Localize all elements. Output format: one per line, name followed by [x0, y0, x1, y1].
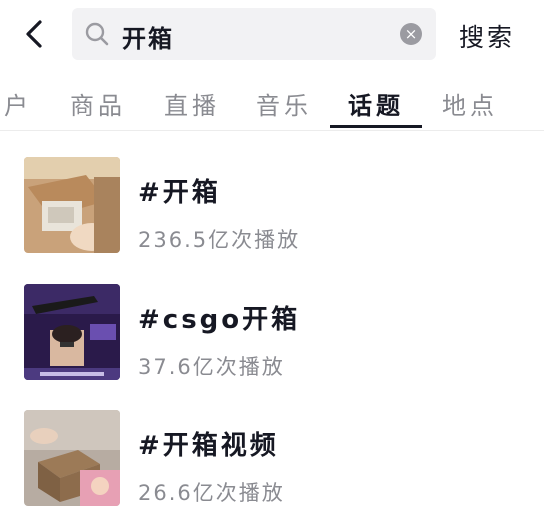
topic-thumbnail: [24, 284, 120, 380]
category-tabs: 户 商品 直播 音乐 话题 地点: [0, 78, 544, 132]
tab-topics[interactable]: 话题: [348, 86, 404, 121]
tab-live[interactable]: 直播: [164, 86, 220, 121]
topic-thumbnail: [24, 157, 120, 253]
active-tab-indicator: [330, 125, 422, 128]
search-button[interactable]: 搜索: [459, 18, 515, 54]
tab-places[interactable]: 地点: [442, 86, 498, 121]
tab-users[interactable]: 户: [4, 86, 32, 121]
topic-title: #csgo开箱: [138, 305, 301, 335]
tab-divider: [0, 130, 544, 131]
topic-item[interactable]: #csgo开箱 37.6亿次播放: [0, 284, 544, 394]
topic-title: #开箱: [138, 178, 221, 208]
topic-play-count: 26.6亿次播放: [138, 481, 285, 505]
topic-thumbnail: [24, 410, 120, 506]
topic-title: #开箱视频: [138, 431, 279, 461]
search-box[interactable]: 开箱 ×: [72, 8, 436, 60]
chevron-left-icon: [26, 20, 42, 48]
topic-item[interactable]: #开箱 236.5亿次播放: [0, 157, 544, 267]
topic-play-count: 37.6亿次播放: [138, 355, 285, 379]
top-bar: 开箱 × 搜索: [0, 0, 544, 70]
clear-icon[interactable]: ×: [400, 23, 422, 45]
search-input[interactable]: 开箱: [122, 19, 174, 54]
topic-play-count: 236.5亿次播放: [138, 228, 301, 252]
search-icon: [85, 22, 109, 46]
tab-music[interactable]: 音乐: [256, 86, 312, 121]
back-button[interactable]: [18, 14, 54, 54]
topic-item[interactable]: #开箱视频 26.6亿次播放: [0, 410, 544, 520]
tab-products[interactable]: 商品: [70, 86, 126, 121]
